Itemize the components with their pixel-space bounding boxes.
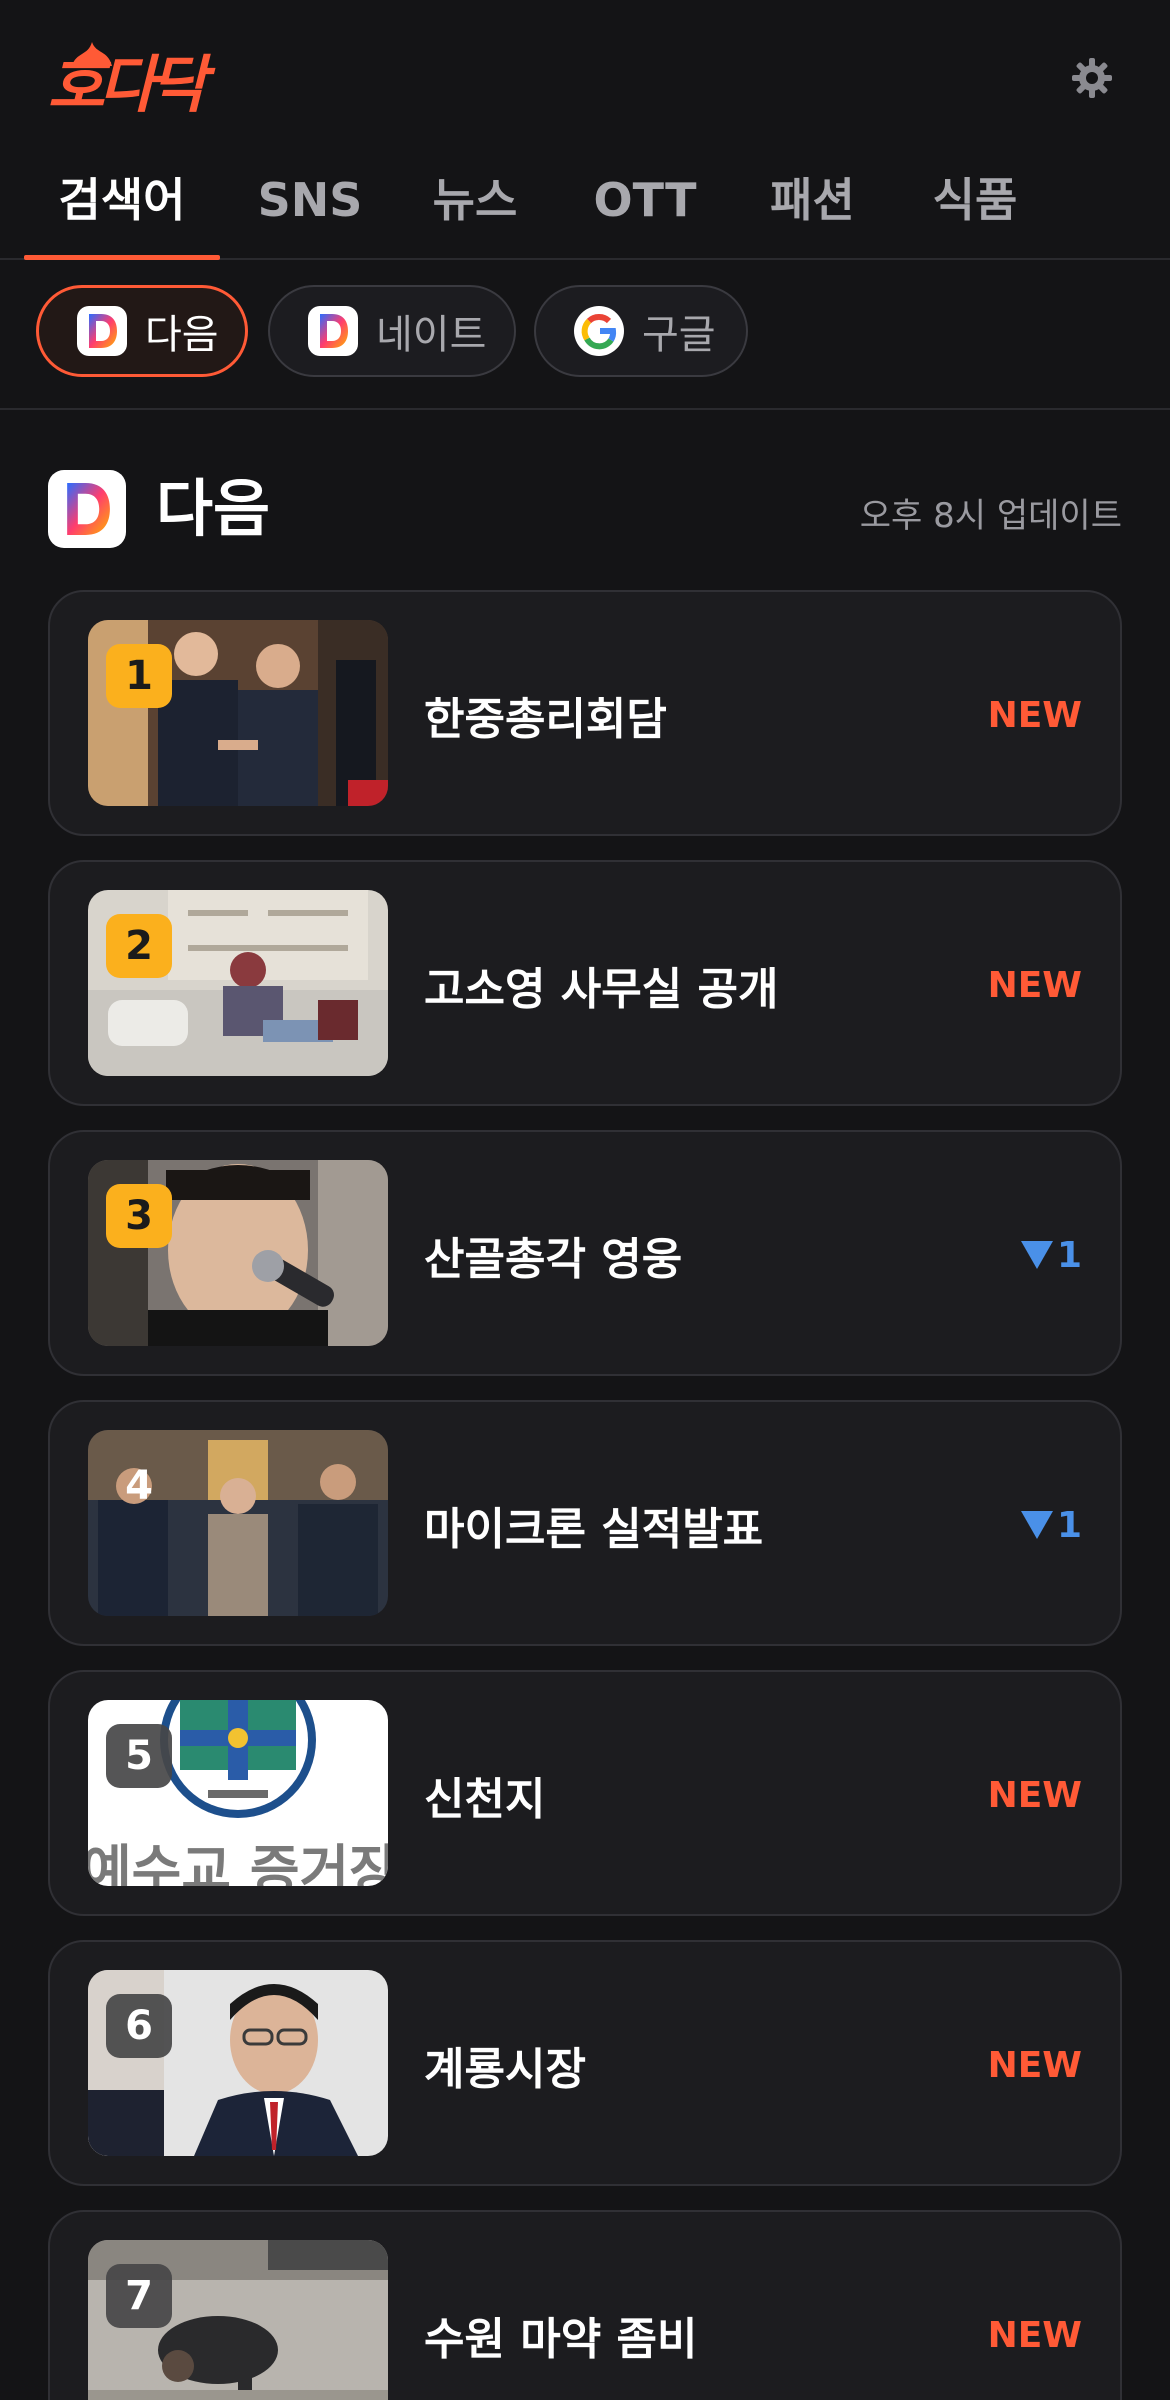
- item-title: 마이크론 실적발표: [424, 1504, 764, 1555]
- trending-item[interactable]: 1 한중총리회담 NEW: [48, 590, 1122, 836]
- rank-badge: 1: [106, 644, 172, 708]
- trending-item[interactable]: 6 계룡시장 NEW: [48, 1940, 1122, 2186]
- status-badge: NEW: [987, 2314, 1082, 2356]
- status-badge: NEW: [987, 2044, 1082, 2086]
- source-chip-google[interactable]: 구글: [534, 285, 748, 377]
- section-title: 다음: [156, 472, 271, 545]
- tab-ott[interactable]: OTT: [580, 160, 710, 258]
- item-title: 한중총리회담: [424, 694, 667, 745]
- rank-badge: 6: [106, 1994, 172, 2058]
- tab-search-terms[interactable]: 검색어: [24, 160, 220, 260]
- status-badge: NEW: [987, 964, 1082, 1006]
- status-badge: NEW: [987, 694, 1082, 736]
- rank-change-down: 1: [1020, 1132, 1082, 1378]
- trending-item[interactable]: 3 산골총각 영웅 1: [48, 1130, 1122, 1376]
- tab-news[interactable]: 뉴스: [410, 160, 540, 258]
- source-chip-daum[interactable]: 다음: [36, 285, 248, 377]
- item-thumbnail: 예수교 증거장 5: [88, 1700, 388, 1886]
- trending-item[interactable]: 예수교 증거장 5 신천지 NEW: [48, 1670, 1122, 1916]
- logo-text: 호다닥: [48, 48, 207, 121]
- rank-change-value: 1: [1056, 1234, 1082, 1276]
- rank-badge: 5: [106, 1724, 172, 1788]
- thumbnail-caption: 예수교 증거장: [88, 1839, 388, 1886]
- source-filter: 다음 네이트 구글: [0, 260, 1170, 410]
- item-title: 계룡시장: [424, 2044, 586, 2095]
- trending-item[interactable]: 4 마이크론 실적발표 1: [48, 1400, 1122, 1646]
- app-header: 호다닥: [0, 0, 1170, 140]
- trending-item[interactable]: 7 수원 마약 좀비 NEW: [48, 2210, 1122, 2400]
- status-badge: NEW: [987, 1774, 1082, 1816]
- rank-badge: 2: [106, 914, 172, 978]
- tab-food[interactable]: 식품: [915, 160, 1035, 258]
- tab-sns[interactable]: SNS: [240, 160, 380, 258]
- item-thumbnail: 2: [88, 890, 388, 1076]
- rank-badge: 3: [106, 1184, 172, 1248]
- tab-fashion[interactable]: 패션: [755, 160, 870, 258]
- item-title: 수원 마약 좀비: [424, 2314, 698, 2365]
- item-title: 신천지: [424, 1774, 546, 1825]
- rank-badge: 7: [106, 2264, 172, 2328]
- item-title: 산골총각 영웅: [424, 1234, 683, 1285]
- update-time: 오후 8시 업데이트: [859, 496, 1122, 536]
- item-thumbnail: 3: [88, 1160, 388, 1346]
- nate-logo-icon: [308, 306, 358, 356]
- item-thumbnail: 4: [88, 1430, 388, 1616]
- google-logo-icon: [574, 306, 624, 356]
- rank-change-value: 1: [1056, 1504, 1082, 1546]
- category-tabs: 검색어 SNS 뉴스 OTT 패션 식품: [0, 150, 1170, 260]
- item-thumbnail: 1: [88, 620, 388, 806]
- item-title: 고소영 사무실 공개: [424, 964, 779, 1015]
- section-header: 다음 오후 8시 업데이트: [48, 470, 1122, 550]
- daum-logo-icon: [77, 306, 127, 356]
- app-screen: 호다닥 검색어 SNS 뉴스 OTT 패션 식품 다음 네이트 구글 다음 오후…: [0, 0, 1170, 2400]
- rank-change-down: 1: [1020, 1402, 1082, 1648]
- down-arrow-icon: [1020, 1511, 1053, 1539]
- source-chip-nate[interactable]: 네이트: [268, 285, 516, 377]
- source-chip-label: 구글: [642, 312, 716, 358]
- item-thumbnail: 7: [88, 2240, 388, 2400]
- app-logo[interactable]: 호다닥: [48, 38, 238, 118]
- daum-logo-icon: [48, 470, 126, 548]
- rank-badge: 4: [125, 1463, 153, 1509]
- down-arrow-icon: [1020, 1241, 1053, 1269]
- item-thumbnail: 6: [88, 1970, 388, 2156]
- source-chip-label: 네이트: [376, 312, 487, 358]
- source-chip-label: 다음: [145, 312, 219, 358]
- gear-icon[interactable]: [1070, 56, 1114, 100]
- trending-item[interactable]: 2 고소영 사무실 공개 NEW: [48, 860, 1122, 1106]
